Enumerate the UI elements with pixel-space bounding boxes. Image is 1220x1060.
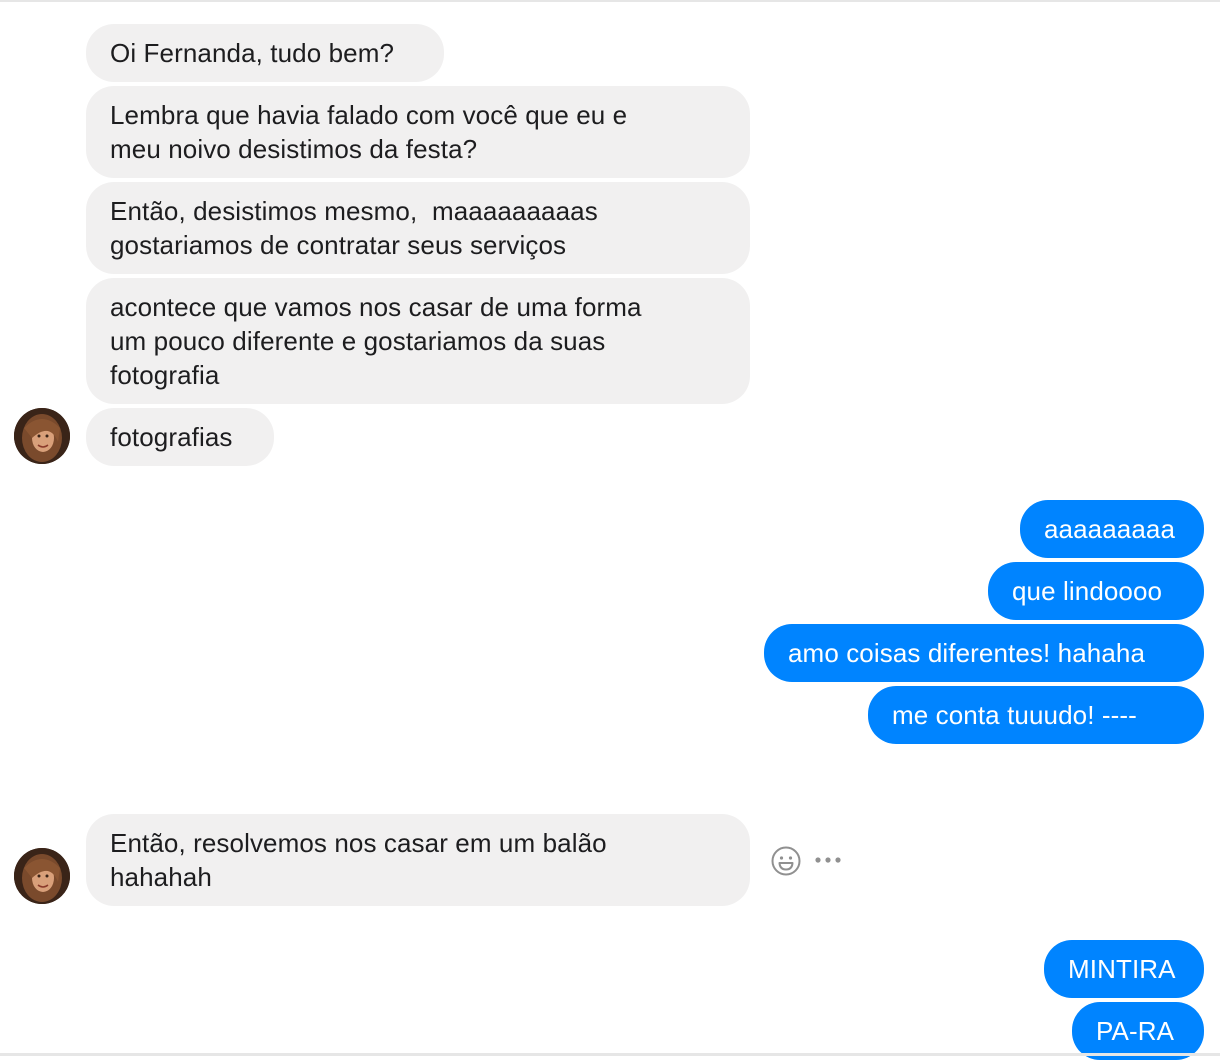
incoming-message[interactable]: Oi Fernanda, tudo bem? (86, 24, 444, 82)
incoming-message[interactable]: fotografias (86, 408, 274, 466)
outgoing-message[interactable]: amo coisas diferentes! hahaha (764, 624, 1204, 682)
incoming-message[interactable]: Então, desistimos mesmo, maaaaaaaaas gos… (86, 182, 750, 274)
incoming-message[interactable]: Lembra que havia falado com você que eu … (86, 86, 750, 178)
contact-avatar[interactable] (14, 848, 70, 904)
incoming-message[interactable]: acontece que vamos nos casar de uma form… (86, 278, 750, 404)
outgoing-message[interactable]: aaaaaaaaa (1020, 500, 1204, 558)
outgoing-message[interactable]: MINTIRA (1044, 940, 1204, 998)
top-divider (0, 0, 1220, 2)
outgoing-message[interactable]: PA-RA (1072, 1002, 1204, 1060)
incoming-message[interactable]: Então, resolvemos nos casar em um balão … (86, 814, 750, 906)
smiley-face-icon[interactable] (770, 845, 802, 877)
outgoing-message[interactable]: me conta tuuudo! ---- (868, 686, 1204, 744)
more-options-icon[interactable] (813, 852, 843, 868)
contact-avatar[interactable] (14, 408, 70, 464)
outgoing-message[interactable]: que lindoooo (988, 562, 1204, 620)
